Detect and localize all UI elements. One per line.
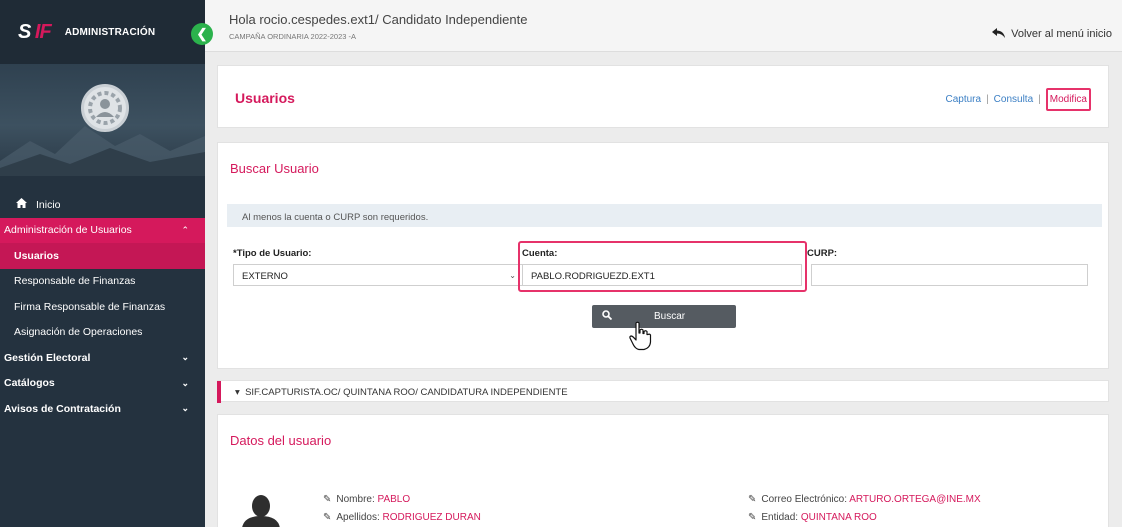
profile-banner xyxy=(0,64,205,176)
buscar-usuario-card: Buscar Usuario Al menos la cuenta o CURP… xyxy=(217,142,1109,369)
sidebar-item-label: Inicio xyxy=(36,198,61,211)
home-icon xyxy=(16,198,27,211)
role-label: SIF.CAPTURISTA.OC/ QUINTANA ROO/ CANDIDA… xyxy=(245,387,568,398)
consulta-link[interactable]: Consulta xyxy=(994,94,1033,105)
sidebar-collapse-button[interactable]: ❮ xyxy=(191,23,213,45)
sidebar-item-label: Firma Responsable de Finanzas xyxy=(14,300,166,313)
modifica-link[interactable]: Modifica xyxy=(1045,88,1091,111)
page-title: Usuarios xyxy=(235,90,295,106)
apellidos-value: RODRIGUEZ DURAN xyxy=(382,512,481,523)
correo-value: ARTURO.ORTEGA@INE.MX xyxy=(849,494,981,505)
tipo-usuario-label: *Tipo de Usuario: xyxy=(233,248,312,259)
section-title: Datos del usuario xyxy=(230,433,332,448)
chevron-down-icon: ⌄ xyxy=(509,271,516,280)
role-collapsible[interactable]: ▾ SIF.CAPTURISTA.OC/ QUINTANA ROO/ CANDI… xyxy=(217,380,1109,403)
sidebar-item-label: Avisos de Contratación xyxy=(4,402,121,415)
caret-down-icon: ▾ xyxy=(235,387,240,398)
link-separator: | xyxy=(986,94,989,105)
entidad-value: QUINTANA ROO xyxy=(800,512,877,523)
apellidos-row: ✎ Apellidos: RODRIGUEZ DURAN xyxy=(323,512,481,523)
brand-title: ADMINISTRACIÓN xyxy=(64,26,156,38)
brand-header: S IF ADMINISTRACIÓN xyxy=(0,0,205,64)
sidebar-item-inicio[interactable]: Inicio xyxy=(0,192,205,218)
sidebar-item-responsable-finanzas[interactable]: Responsable de Finanzas xyxy=(0,269,205,295)
sidebar-item-label: Usuarios xyxy=(14,249,59,262)
sidebar-item-label: Gestión Electoral xyxy=(4,351,91,364)
pencil-icon: ✎ xyxy=(748,494,757,505)
sidebar-item-asignacion-operaciones[interactable]: Asignación de Operaciones xyxy=(0,320,205,346)
sidebar: S IF ADMINISTRACIÓN Inicio Administració… xyxy=(0,0,205,527)
buscar-label: Buscar xyxy=(654,311,686,322)
curp-input[interactable] xyxy=(811,264,1088,286)
sidebar-item-usuarios[interactable]: Usuarios xyxy=(0,243,205,269)
cuenta-label: Cuenta: xyxy=(522,248,558,259)
tipo-usuario-value: EXTERNO xyxy=(242,271,288,282)
sidebar-item-label: Responsable de Finanzas xyxy=(14,275,136,288)
correo-row: ✎ Correo Electrónico: ARTURO.ORTEGA@INE.M… xyxy=(748,494,981,505)
sidebar-item-label: Asignación de Operaciones xyxy=(14,326,143,339)
curp-label: CURP: xyxy=(807,248,838,259)
chevron-down-icon: ⌄ xyxy=(181,377,189,388)
sidebar-item-label: Administración de Usuarios xyxy=(4,224,132,237)
campaign-label: CAMPAÑA ORDINARIA 2022-2023 -A xyxy=(229,32,356,41)
sidebar-item-gestion-electoral[interactable]: Gestión Electoral ⌄ xyxy=(0,345,205,371)
hand-pointer-icon xyxy=(629,321,652,351)
nombre-value: PABLO xyxy=(377,494,411,505)
user-avatar-icon xyxy=(242,495,280,527)
sidebar-nav: Inicio Administración de Usuarios ⌃ Usua… xyxy=(0,176,205,422)
entidad-row: ✎ Entidad: QUINTANA ROO xyxy=(748,512,877,523)
user-gear-icon xyxy=(88,91,122,125)
reply-arrow-icon xyxy=(992,26,1006,41)
chevron-down-icon: ⌄ xyxy=(181,352,189,363)
tipo-usuario-select[interactable]: EXTERNO ⌄ xyxy=(233,264,523,286)
correo-label: Correo Electrónico: xyxy=(761,494,847,505)
cuenta-input[interactable]: PABLO.RODRIGUEZD.EXT1 xyxy=(522,264,802,286)
pencil-icon: ✎ xyxy=(748,512,757,523)
user-greeting: Hola rocio.cespedes.ext1/ Candidato Inde… xyxy=(229,12,528,27)
cuenta-value: PABLO.RODRIGUEZD.EXT1 xyxy=(531,271,655,282)
apellidos-label: Apellidos: xyxy=(336,512,380,523)
avatar xyxy=(81,84,129,132)
nombre-row: ✎ Nombre: PABLO xyxy=(323,494,410,505)
entidad-label: Entidad: xyxy=(761,512,799,523)
captura-link[interactable]: Captura xyxy=(945,94,981,105)
buscar-button[interactable]: Buscar xyxy=(592,305,736,328)
back-to-menu-label: Volver al menú inicio xyxy=(1011,27,1112,40)
accent-bar xyxy=(217,381,221,403)
sidebar-item-administracion-usuarios[interactable]: Administración de Usuarios ⌃ xyxy=(0,217,205,243)
role-text: ▾ SIF.CAPTURISTA.OC/ QUINTANA ROO/ CANDI… xyxy=(235,387,568,398)
usuarios-card: Usuarios Captura | Consulta | Modifica xyxy=(217,65,1109,128)
datos-usuario-card: Datos del usuario ✎ Nombre: PABLO ✎ Apelli… xyxy=(217,414,1109,527)
back-to-menu-link[interactable]: Volver al menú inicio xyxy=(992,26,1112,41)
nombre-label: Nombre: xyxy=(336,494,375,505)
chevron-down-icon: ⌄ xyxy=(181,403,189,414)
sidebar-item-catalogos[interactable]: Catálogos ⌄ xyxy=(0,371,205,397)
chevron-left-icon: ❮ xyxy=(196,26,208,41)
sidebar-item-avisos-contratacion[interactable]: Avisos de Contratación ⌄ xyxy=(0,396,205,422)
pencil-icon: ✎ xyxy=(323,494,332,505)
chevron-up-icon: ⌃ xyxy=(181,224,189,235)
sidebar-item-label: Catálogos xyxy=(4,377,55,390)
sidebar-item-firma-responsable[interactable]: Firma Responsable de Finanzas xyxy=(0,294,205,320)
sif-logo[interactable]: S IF xyxy=(18,21,52,44)
requirement-hint: Al menos la cuenta o CURP son requeridos… xyxy=(227,204,1102,227)
section-title: Buscar Usuario xyxy=(230,161,319,176)
link-separator: | xyxy=(1038,94,1041,105)
pencil-icon: ✎ xyxy=(323,512,332,523)
top-bar: Hola rocio.cespedes.ext1/ Candidato Inde… xyxy=(205,0,1122,52)
mode-links: Captura | Consulta | Modifica xyxy=(945,88,1091,111)
